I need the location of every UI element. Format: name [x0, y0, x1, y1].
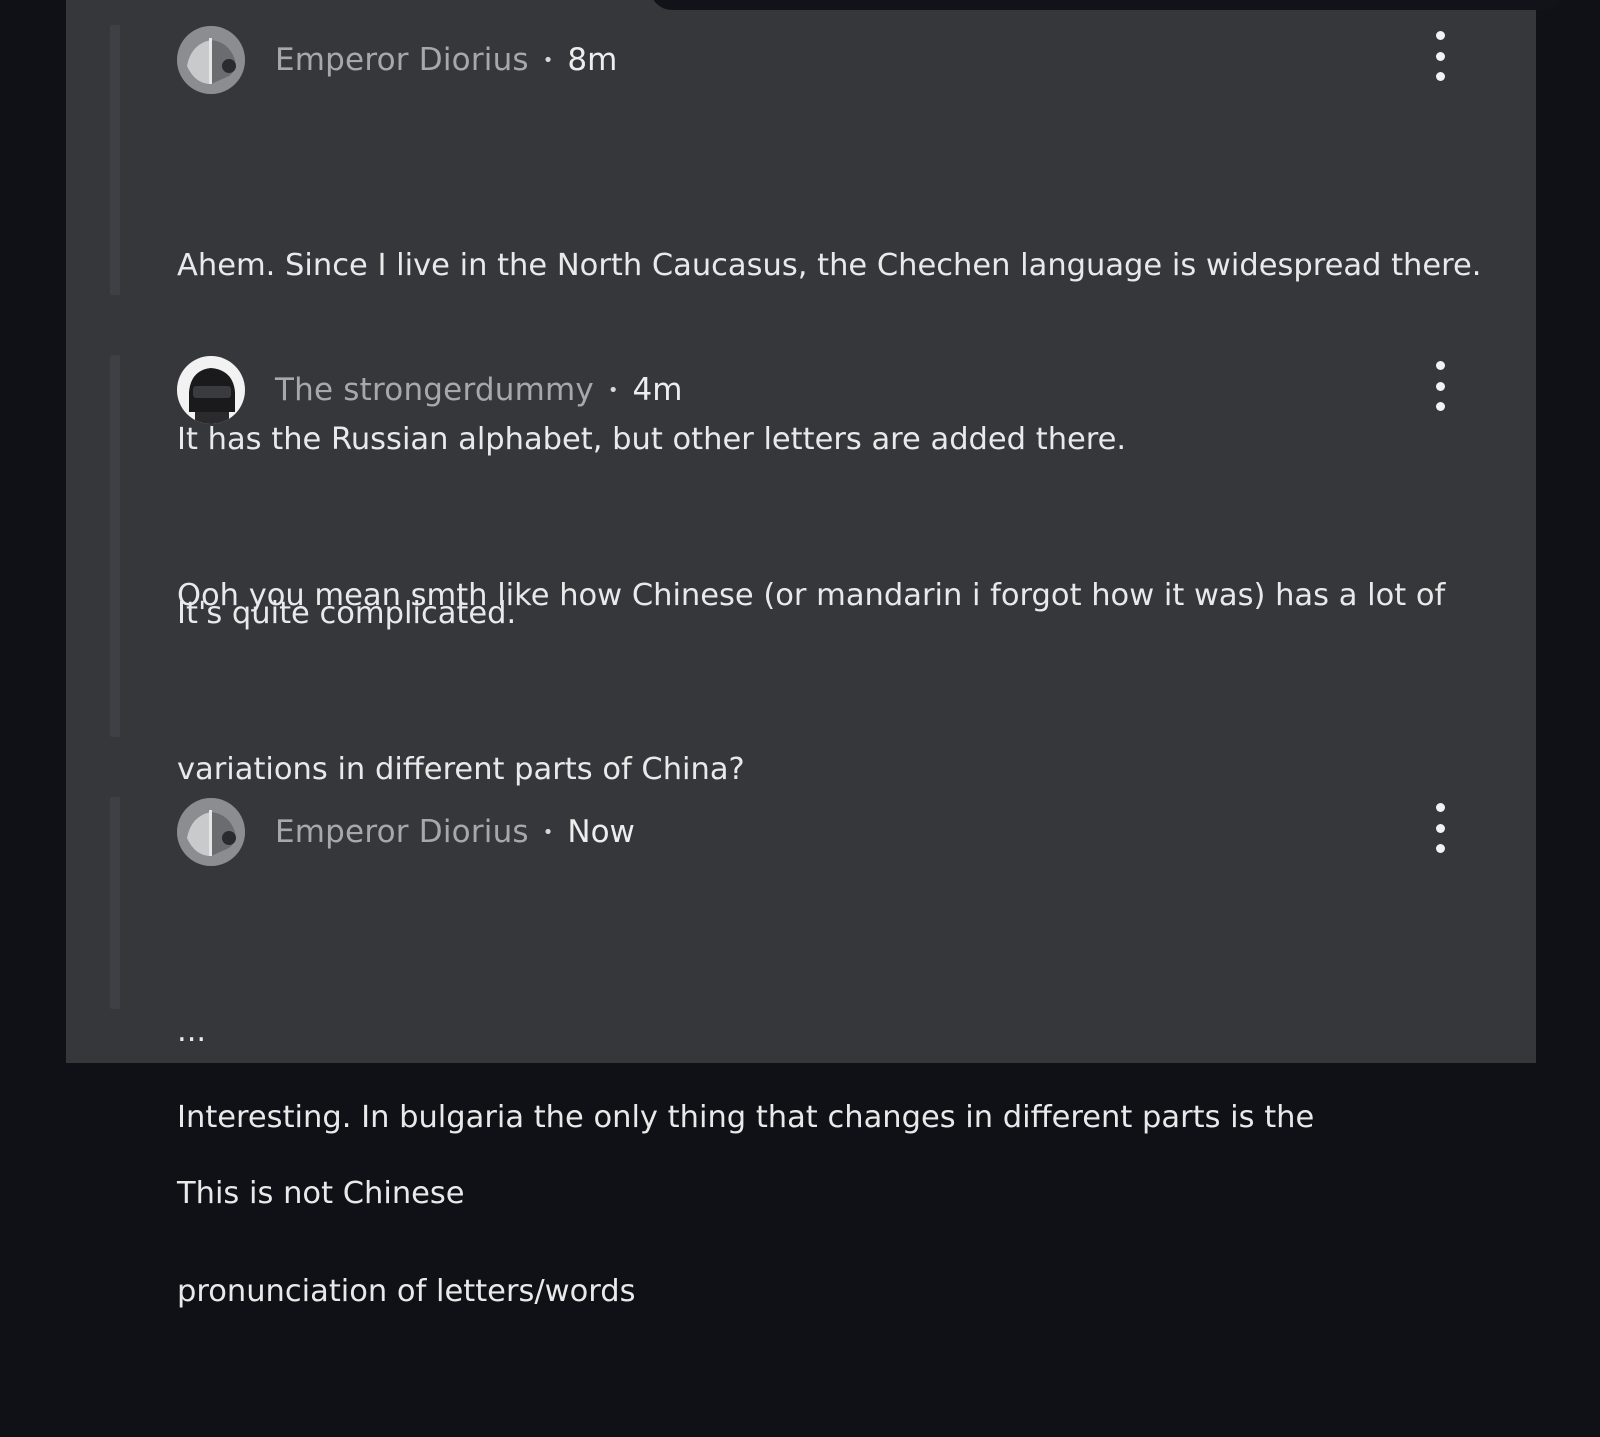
author-name[interactable]: Emperor Diorius — [275, 42, 529, 78]
more-options-icon[interactable] — [1430, 803, 1450, 853]
timestamp: Now — [567, 814, 635, 850]
avatar[interactable] — [177, 356, 245, 424]
avatar[interactable] — [177, 798, 245, 866]
separator-dot: • — [607, 379, 619, 401]
comment-line: Ahem. Since I live in the North Caucasus… — [177, 248, 1482, 283]
separator-dot: • — [542, 49, 554, 71]
comment-line: ... — [177, 1014, 207, 1049]
thread-line[interactable] — [110, 355, 120, 737]
avatar[interactable] — [177, 26, 245, 94]
comment-line: variations in different parts of China? — [177, 752, 745, 787]
penguin-avatar-icon — [177, 798, 245, 866]
penguin-avatar-icon — [177, 26, 245, 94]
comment-header: The strongerdummy • 4m — [177, 355, 682, 425]
comment-item: Emperor Diorius • Now ... This is not Ch… — [110, 797, 1510, 1211]
timestamp: 4m — [632, 372, 683, 408]
timestamp: 8m — [567, 42, 618, 78]
author-name[interactable]: The strongerdummy — [275, 372, 594, 408]
comment-line: Ooh you mean smth like how Chinese (or m… — [177, 578, 1446, 613]
comment-line: This is not Chinese — [177, 1176, 465, 1211]
more-options-icon[interactable] — [1430, 31, 1450, 81]
thread-line[interactable] — [110, 797, 120, 1009]
more-options-icon[interactable] — [1430, 361, 1450, 411]
comment-header: Emperor Diorius • Now — [177, 797, 635, 867]
helmet-avatar-icon — [177, 356, 245, 424]
separator-dot: • — [542, 821, 554, 843]
overlay-sheet-edge — [650, 0, 1565, 10]
comment-body: ... This is not Chinese — [177, 897, 1497, 1329]
comment-header: Emperor Diorius • 8m — [177, 25, 617, 95]
author-name[interactable]: Emperor Diorius — [275, 814, 529, 850]
comment-item: Emperor Diorius • 8m Ahem. Since I live … — [110, 25, 1510, 631]
comment-item: The strongerdummy • 4m Ooh you mean smth… — [110, 355, 1510, 1309]
thread-line[interactable] — [110, 25, 120, 295]
